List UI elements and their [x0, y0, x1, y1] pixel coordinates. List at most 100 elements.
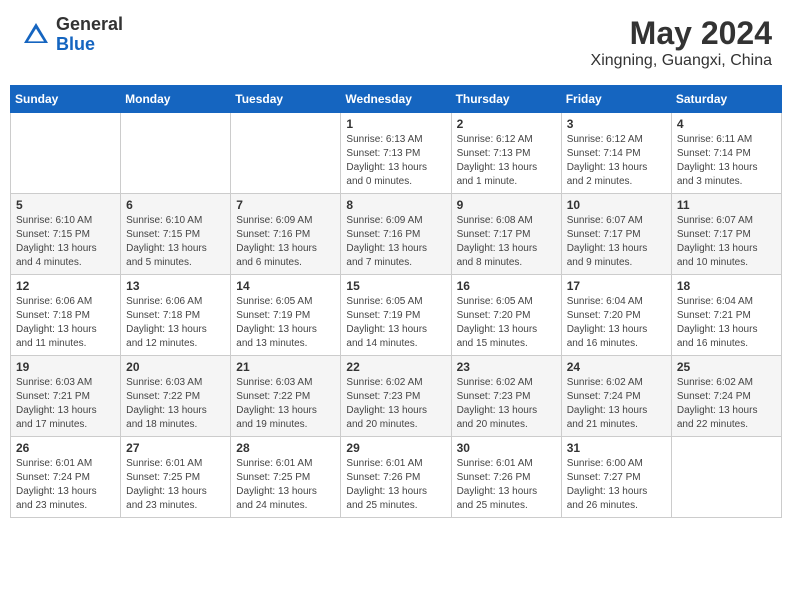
day-info: Sunrise: 6:03 AM Sunset: 7:21 PM Dayligh…	[16, 376, 115, 432]
day-cell-23: 23 Sunrise: 6:02 AM Sunset: 7:23 PM Dayli…	[451, 356, 561, 437]
week-row: 19 Sunrise: 6:03 AM Sunset: 7:21 PM Dayli…	[11, 356, 782, 437]
day-info: Sunrise: 6:02 AM Sunset: 7:24 PM Dayligh…	[567, 376, 666, 432]
day-number: 22	[346, 360, 445, 374]
day-cell-27: 27Sunrise: 6:01 AM Sunset: 7:25 PM Dayli…	[121, 437, 231, 518]
day-number: 29	[346, 441, 445, 455]
day-info: Sunrise: 6:02 AM Sunset: 7:23 PM Dayligh…	[346, 376, 445, 432]
empty-cell	[121, 113, 231, 194]
day-cell-11: 11 Sunrise: 6:07 AM Sunset: 7:17 PM Dayli…	[671, 194, 781, 275]
day-cell-20: 20Sunrise: 6:03 AM Sunset: 7:22 PM Dayli…	[121, 356, 231, 437]
day-number: 2	[457, 117, 556, 131]
day-info: Sunrise: 6:04 AM Sunset: 7:20 PM Dayligh…	[567, 295, 666, 351]
day-number: 21	[236, 360, 335, 374]
days-of-week-row: SundayMondayTuesdayWednesdayThursdayFrid…	[11, 86, 782, 113]
day-cell-5: 5Sunrise: 6:10 AM Sunset: 7:15 PM Daylig…	[11, 194, 121, 275]
day-cell-14: 14 Sunrise: 6:05 AM Sunset: 7:19 PM Dayli…	[231, 275, 341, 356]
week-row: 1 Sunrise: 6:13 AM Sunset: 7:13 PM Daylig…	[11, 113, 782, 194]
day-cell-30: 30 Sunrise: 6:01 AM Sunset: 7:26 PM Dayli…	[451, 437, 561, 518]
page-header: General Blue May 2024 Xingning, Guangxi,…	[10, 10, 782, 75]
logo-general: General	[56, 15, 123, 35]
day-info: Sunrise: 6:06 AM Sunset: 7:18 PM Dayligh…	[16, 295, 115, 351]
day-cell-12: 12 Sunrise: 6:06 AM Sunset: 7:18 PM Dayli…	[11, 275, 121, 356]
day-info: Sunrise: 6:04 AM Sunset: 7:21 PM Dayligh…	[677, 295, 776, 351]
day-header-friday: Friday	[561, 86, 671, 113]
logo-icon	[20, 19, 52, 51]
day-cell-17: 17Sunrise: 6:04 AM Sunset: 7:20 PM Dayli…	[561, 275, 671, 356]
day-cell-9: 9 Sunrise: 6:08 AM Sunset: 7:17 PM Daylig…	[451, 194, 561, 275]
day-info: Sunrise: 6:03 AM Sunset: 7:22 PM Dayligh…	[236, 376, 335, 432]
day-number: 1	[346, 117, 445, 131]
day-info: Sunrise: 6:01 AM Sunset: 7:25 PM Dayligh…	[126, 457, 225, 513]
month-year: May 2024	[591, 15, 772, 52]
day-info: Sunrise: 6:07 AM Sunset: 7:17 PM Dayligh…	[567, 214, 666, 270]
day-cell-22: 22 Sunrise: 6:02 AM Sunset: 7:23 PM Dayli…	[341, 356, 451, 437]
day-number: 6	[126, 198, 225, 212]
title-block: May 2024 Xingning, Guangxi, China	[591, 15, 772, 70]
day-cell-31: 31Sunrise: 6:00 AM Sunset: 7:27 PM Dayli…	[561, 437, 671, 518]
empty-cell	[671, 437, 781, 518]
logo-text: General Blue	[56, 15, 123, 55]
day-cell-8: 8Sunrise: 6:09 AM Sunset: 7:16 PM Daylig…	[341, 194, 451, 275]
day-info: Sunrise: 6:09 AM Sunset: 7:16 PM Dayligh…	[346, 214, 445, 270]
day-number: 15	[346, 279, 445, 293]
day-cell-1: 1 Sunrise: 6:13 AM Sunset: 7:13 PM Daylig…	[341, 113, 451, 194]
day-info: Sunrise: 6:01 AM Sunset: 7:26 PM Dayligh…	[346, 457, 445, 513]
calendar-table: SundayMondayTuesdayWednesdayThursdayFrid…	[10, 85, 782, 518]
week-row: 26Sunrise: 6:01 AM Sunset: 7:24 PM Dayli…	[11, 437, 782, 518]
day-cell-26: 26Sunrise: 6:01 AM Sunset: 7:24 PM Dayli…	[11, 437, 121, 518]
day-info: Sunrise: 6:05 AM Sunset: 7:19 PM Dayligh…	[236, 295, 335, 351]
location: Xingning, Guangxi, China	[591, 52, 772, 70]
day-cell-25: 25Sunrise: 6:02 AM Sunset: 7:24 PM Dayli…	[671, 356, 781, 437]
day-cell-6: 6 Sunrise: 6:10 AM Sunset: 7:15 PM Daylig…	[121, 194, 231, 275]
day-number: 14	[236, 279, 335, 293]
day-info: Sunrise: 6:07 AM Sunset: 7:17 PM Dayligh…	[677, 214, 776, 270]
day-number: 25	[677, 360, 776, 374]
day-number: 9	[457, 198, 556, 212]
day-info: Sunrise: 6:01 AM Sunset: 7:25 PM Dayligh…	[236, 457, 335, 513]
day-cell-15: 15Sunrise: 6:05 AM Sunset: 7:19 PM Dayli…	[341, 275, 451, 356]
day-number: 24	[567, 360, 666, 374]
day-cell-10: 10 Sunrise: 6:07 AM Sunset: 7:17 PM Dayli…	[561, 194, 671, 275]
day-number: 30	[457, 441, 556, 455]
day-header-tuesday: Tuesday	[231, 86, 341, 113]
logo-blue: Blue	[56, 35, 123, 55]
day-info: Sunrise: 6:05 AM Sunset: 7:20 PM Dayligh…	[457, 295, 556, 351]
empty-cell	[11, 113, 121, 194]
day-header-thursday: Thursday	[451, 86, 561, 113]
day-info: Sunrise: 6:02 AM Sunset: 7:23 PM Dayligh…	[457, 376, 556, 432]
day-info: Sunrise: 6:10 AM Sunset: 7:15 PM Dayligh…	[16, 214, 115, 270]
day-cell-21: 21 Sunrise: 6:03 AM Sunset: 7:22 PM Dayli…	[231, 356, 341, 437]
day-cell-3: 3 Sunrise: 6:12 AM Sunset: 7:14 PM Daylig…	[561, 113, 671, 194]
day-number: 12	[16, 279, 115, 293]
day-info: Sunrise: 6:00 AM Sunset: 7:27 PM Dayligh…	[567, 457, 666, 513]
day-cell-16: 16 Sunrise: 6:05 AM Sunset: 7:20 PM Dayli…	[451, 275, 561, 356]
day-info: Sunrise: 6:08 AM Sunset: 7:17 PM Dayligh…	[457, 214, 556, 270]
day-number: 16	[457, 279, 556, 293]
day-cell-13: 13Sunrise: 6:06 AM Sunset: 7:18 PM Dayli…	[121, 275, 231, 356]
day-number: 23	[457, 360, 556, 374]
day-cell-18: 18 Sunrise: 6:04 AM Sunset: 7:21 PM Dayli…	[671, 275, 781, 356]
day-info: Sunrise: 6:12 AM Sunset: 7:13 PM Dayligh…	[457, 133, 556, 189]
day-cell-4: 4Sunrise: 6:11 AM Sunset: 7:14 PM Daylig…	[671, 113, 781, 194]
day-info: Sunrise: 6:11 AM Sunset: 7:14 PM Dayligh…	[677, 133, 776, 189]
day-info: Sunrise: 6:10 AM Sunset: 7:15 PM Dayligh…	[126, 214, 225, 270]
logo: General Blue	[20, 15, 123, 55]
day-cell-19: 19 Sunrise: 6:03 AM Sunset: 7:21 PM Dayli…	[11, 356, 121, 437]
day-info: Sunrise: 6:09 AM Sunset: 7:16 PM Dayligh…	[236, 214, 335, 270]
day-header-wednesday: Wednesday	[341, 86, 451, 113]
day-number: 11	[677, 198, 776, 212]
week-row: 12 Sunrise: 6:06 AM Sunset: 7:18 PM Dayli…	[11, 275, 782, 356]
day-number: 28	[236, 441, 335, 455]
day-info: Sunrise: 6:13 AM Sunset: 7:13 PM Dayligh…	[346, 133, 445, 189]
day-number: 19	[16, 360, 115, 374]
calendar-body: 1 Sunrise: 6:13 AM Sunset: 7:13 PM Daylig…	[11, 113, 782, 518]
day-number: 18	[677, 279, 776, 293]
day-number: 13	[126, 279, 225, 293]
day-info: Sunrise: 6:01 AM Sunset: 7:26 PM Dayligh…	[457, 457, 556, 513]
day-info: Sunrise: 6:12 AM Sunset: 7:14 PM Dayligh…	[567, 133, 666, 189]
day-number: 3	[567, 117, 666, 131]
empty-cell	[231, 113, 341, 194]
day-number: 10	[567, 198, 666, 212]
day-header-monday: Monday	[121, 86, 231, 113]
day-cell-2: 2 Sunrise: 6:12 AM Sunset: 7:13 PM Daylig…	[451, 113, 561, 194]
